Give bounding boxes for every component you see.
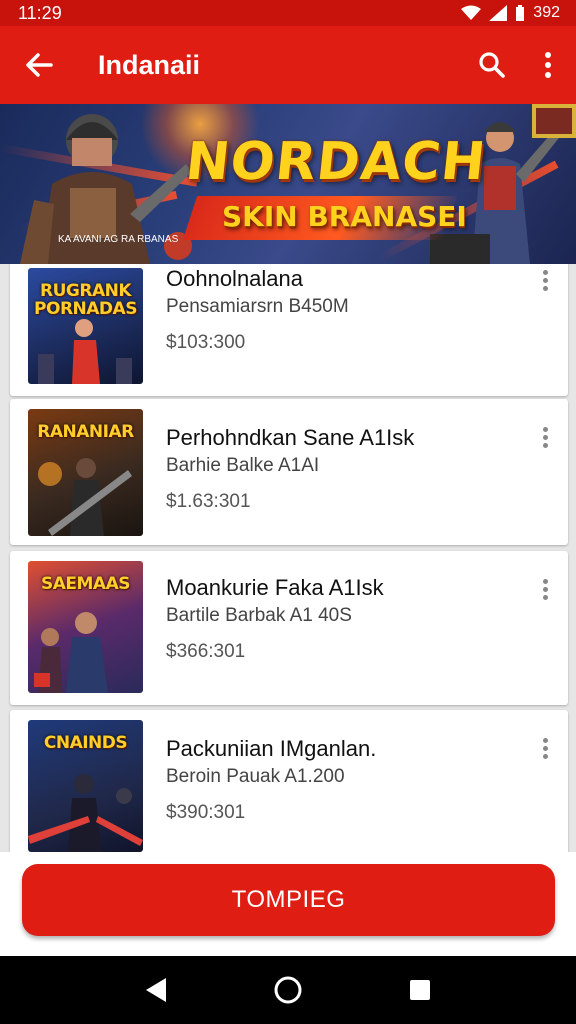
list-item[interactable]: CNAINDS Packuniian IMganlan. Beroin Paua…: [10, 710, 568, 852]
banner-title: NORDACH: [182, 132, 490, 192]
recents-square-icon: [410, 980, 430, 1000]
item-thumbnail[interactable]: SAEMAAS: [28, 561, 143, 693]
back-button[interactable]: [0, 26, 78, 104]
character-illustration: [34, 612, 108, 693]
list-item[interactable]: SAEMAAS Moankurie Faka A1Isk Bartile Bar…: [10, 551, 568, 705]
wifi-icon: [461, 5, 482, 20]
app-bar: Indanaii: [0, 26, 576, 104]
item-name: Perhohndkan Sane A1Isk: [166, 425, 415, 450]
character-illustration: [28, 774, 143, 852]
system-nav-bar: [0, 956, 576, 1024]
more-vert-icon: [545, 52, 551, 78]
item-thumbnail[interactable]: RUGRANK PORNADAS: [28, 268, 143, 384]
list-item[interactable]: RUGRANK PORNADAS Oohnolnalana Pensamiars…: [10, 264, 568, 396]
status-icons: 392: [461, 4, 560, 22]
item-price: $366:301: [166, 641, 246, 662]
banner-subtitle: SKIN BRANASEI: [222, 200, 467, 233]
battery-level: 392: [533, 4, 560, 21]
item-name: Packuniian IMganlan.: [166, 736, 377, 761]
item-price: $390:301: [166, 802, 246, 823]
search-button[interactable]: [464, 26, 520, 104]
item-price: $103:300: [166, 332, 246, 353]
product-list[interactable]: RUGRANK PORNADAS Oohnolnalana Pensamiars…: [0, 264, 576, 852]
nav-recents-button[interactable]: [390, 960, 450, 1020]
banner-fineprint: KA AVANI AG RA RBANAS: [58, 234, 179, 245]
arrow-left-icon: [26, 53, 53, 77]
thumbnail-title: CNAINDS: [43, 733, 128, 753]
item-menu-button[interactable]: [538, 738, 552, 759]
nav-home-button[interactable]: [258, 960, 318, 1020]
thumbnail-title: RUGRANK PORNADAS: [34, 281, 137, 319]
list-item[interactable]: RANANIAR Perhohndkan Sane A1Isk Barhie B…: [10, 399, 568, 545]
item-price: $1.63:301: [166, 491, 251, 512]
item-subtitle: Bartile Barbak A1 40S: [166, 605, 352, 626]
nav-back-button[interactable]: [126, 960, 186, 1020]
bottom-action-area: TOMPIEG: [0, 852, 576, 956]
item-name: Moankurie Faka A1Isk: [166, 575, 384, 600]
item-thumbnail[interactable]: CNAINDS: [28, 720, 143, 852]
page-title: Indanaii: [98, 49, 201, 80]
item-thumbnail[interactable]: RANANIAR: [28, 409, 143, 536]
search-icon: [479, 52, 505, 78]
item-subtitle: Barhie Balke A1AI: [166, 455, 320, 476]
overflow-menu-button[interactable]: [520, 26, 576, 104]
item-subtitle: Beroin Pauak A1.200: [166, 766, 345, 787]
item-subtitle: Pensamiarsrn B450M: [166, 296, 349, 317]
item-menu-button[interactable]: [538, 427, 552, 448]
status-bar: 11:29 392: [0, 0, 576, 26]
home-circle-icon: [274, 976, 302, 1004]
promo-banner[interactable]: NORDACH SKIN BRANASEI KA AVANI AG RA RBA…: [0, 104, 576, 264]
item-name: Oohnolnalana: [166, 266, 304, 291]
thumbnail-title: RANANIAR: [37, 422, 134, 442]
back-triangle-icon: [146, 978, 166, 1002]
item-menu-button[interactable]: [538, 270, 552, 291]
primary-action-button[interactable]: TOMPIEG: [22, 864, 555, 936]
character-illustration: [38, 458, 132, 536]
signal-icon: [489, 5, 508, 21]
battery-icon: [516, 5, 525, 21]
status-time: 11:29: [18, 2, 62, 23]
thumbnail-title: SAEMAAS: [41, 574, 131, 594]
item-menu-button[interactable]: [538, 579, 552, 600]
character-illustration: [38, 319, 132, 384]
